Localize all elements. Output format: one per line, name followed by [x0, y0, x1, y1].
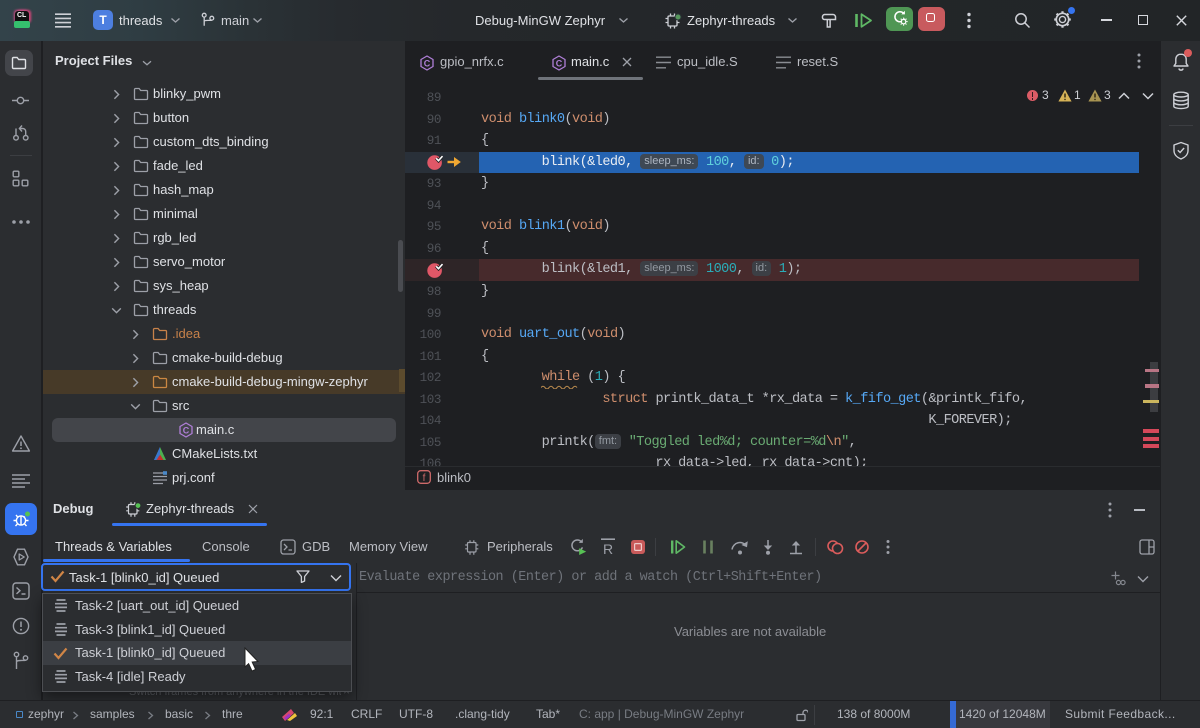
svg-text:R: R: [603, 541, 613, 556]
svg-text:C: C: [424, 59, 431, 69]
svg-text:f: f: [423, 473, 426, 484]
svg-text:C: C: [183, 426, 190, 436]
svg-text:C: C: [556, 59, 563, 69]
